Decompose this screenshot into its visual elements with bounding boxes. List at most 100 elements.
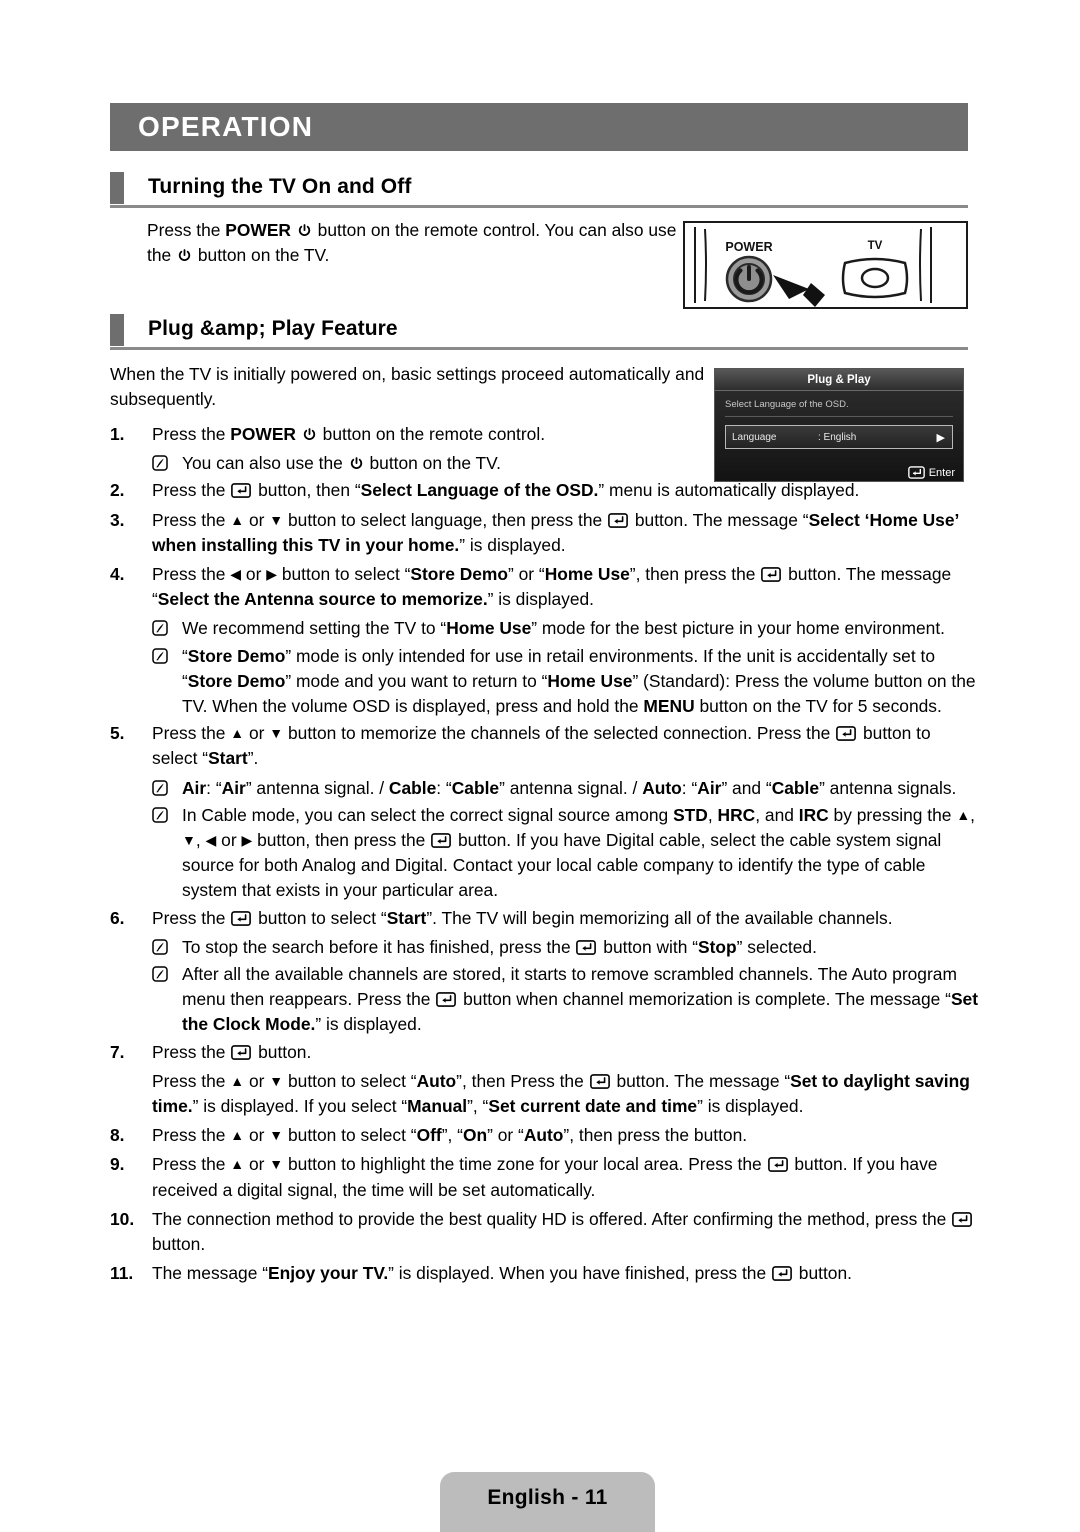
page-footer-tab: English - 11	[440, 1472, 655, 1532]
list-item: 7. Press the button.	[110, 1040, 978, 1065]
down-arrow-icon: ▼	[182, 832, 196, 849]
step-text: The connection method to provide the bes…	[152, 1207, 978, 1257]
note-icon-cell	[152, 644, 182, 667]
section-accent-bar	[110, 172, 124, 204]
enter-button-icon	[231, 910, 252, 926]
plugplay-intro-text: When the TV is initially powered on, bas…	[110, 364, 705, 410]
step-number: 9.	[110, 1154, 125, 1175]
left-arrow-icon: ◀	[230, 566, 242, 583]
note-text: To stop the search before it has finishe…	[182, 936, 817, 957]
power-icon	[302, 427, 317, 442]
section-rule	[110, 347, 968, 350]
enter-button-icon	[436, 992, 457, 1008]
down-arrow-icon: ▼	[269, 1072, 284, 1089]
enter-button-icon	[772, 1266, 792, 1282]
note-icon	[152, 779, 168, 796]
list-item: 4. Press the ◀ or ▶ button to select “Sto…	[110, 562, 978, 612]
note-text: Air: “Air” antenna signal. / Cable: “Cab…	[182, 777, 957, 798]
step-text: Press the ▲ or ▼ button to select langua…	[152, 509, 959, 555]
note-icon-cell	[152, 616, 182, 639]
note-text: In Cable mode, you can select the correc…	[182, 804, 976, 901]
enter-button-icon	[431, 833, 452, 848]
note-icon	[152, 455, 168, 471]
up-arrow-icon: ▲	[230, 511, 245, 528]
note-text: You can also use the button on the TV.	[182, 453, 502, 474]
svg-text:TV: TV	[868, 240, 883, 252]
note-icon-cell	[152, 776, 182, 799]
turning-intro-text: Press the POWER button on the remote con…	[147, 220, 677, 266]
manual-page: OPERATION Turning the TV On and Off Pres…	[0, 0, 1080, 1532]
left-arrow-icon: ◀	[205, 832, 217, 849]
enter-button-icon	[608, 512, 628, 528]
step-text: Press the ▲ or ▼ button to select “Off”,…	[152, 1125, 748, 1146]
enter-button-icon	[761, 567, 782, 582]
power-icon	[297, 223, 312, 238]
step-text: Press the ▲ or ▼ button to highlight the…	[152, 1154, 938, 1200]
list-item: 2. Press the button, then “Select Languag…	[110, 478, 978, 503]
down-arrow-icon: ▼	[269, 725, 284, 742]
note-text: After all the available channels are sto…	[182, 964, 979, 1035]
list-item: 5. Press the ▲ or ▼ button to memorize th…	[110, 721, 978, 771]
note-icon	[152, 939, 168, 955]
step-number: 1.	[110, 424, 125, 444]
section-heading-label: Plug &amp; Play Feature	[148, 317, 398, 340]
step-number: 11.	[110, 1263, 134, 1284]
power-icon	[177, 248, 192, 263]
step-notes: Air: “Air” antenna signal. / Cable: “Cab…	[152, 776, 978, 904]
plugplay-step-list: 1. Press the POWER button on the remote c…	[110, 422, 978, 1291]
list-item: 11. The message “Enjoy your TV.” is displ…	[110, 1261, 978, 1286]
list-item: 1. Press the POWER button on the remote c…	[110, 422, 978, 447]
power-icon	[349, 456, 364, 471]
osd-subtitle: Select Language of the OSD.	[725, 399, 849, 410]
page-number-label: English - 11	[487, 1486, 608, 1509]
step-number: 8.	[110, 1125, 125, 1146]
section-rule	[110, 205, 968, 208]
step-text: Press the ▲ or ▼ button to memorize the …	[152, 723, 931, 769]
enter-button-icon	[231, 1044, 252, 1060]
note-icon-cell	[152, 803, 182, 826]
list-item: 9. Press the ▲ or ▼ button to highlight t…	[110, 1152, 978, 1202]
down-arrow-icon: ▼	[269, 511, 284, 528]
step-number: 6.	[110, 907, 125, 928]
step-number: 10.	[110, 1208, 135, 1229]
note-item: Air: “Air” antenna signal. / Cable: “Cab…	[152, 776, 978, 801]
note-item: “Store Demo” mode is only intended for u…	[152, 644, 978, 720]
right-arrow-icon: ▶	[241, 832, 253, 849]
note-item: We recommend setting the TV to “Home Use…	[152, 616, 978, 641]
up-arrow-icon: ▲	[230, 725, 245, 742]
list-item: 6. Press the button to select “Start”. Th…	[110, 906, 978, 931]
list-item: 8. Press the ▲ or ▼ button to select “Off…	[110, 1123, 978, 1148]
step-text: Press the button to select “Start”. The …	[152, 907, 893, 928]
enter-button-icon	[231, 483, 252, 499]
note-item: To stop the search before it has finishe…	[152, 935, 978, 960]
svg-text:POWER: POWER	[725, 240, 772, 254]
enter-button-icon	[589, 1073, 610, 1089]
right-arrow-icon: ▶	[266, 566, 277, 583]
note-item: In Cable mode, you can select the correc…	[152, 803, 978, 904]
down-arrow-icon: ▼	[269, 1156, 284, 1173]
step-text: Press the button, then “Select Language …	[152, 480, 860, 501]
step-notes: You can also use the button on the TV.	[152, 451, 978, 476]
section-heading-plugplay: Plug &amp; Play Feature	[110, 314, 968, 350]
note-item: After all the available channels are sto…	[152, 962, 978, 1038]
note-icon-cell	[152, 935, 182, 958]
step-text: The message “Enjoy your TV.” is displaye…	[152, 1263, 852, 1284]
enter-button-icon	[767, 1157, 788, 1173]
step-text: Press the ◀ or ▶ button to select “Store…	[152, 564, 952, 610]
step-notes: To stop the search before it has finishe…	[152, 935, 978, 1038]
chapter-banner: OPERATION	[110, 103, 968, 151]
note-icon	[152, 620, 168, 637]
note-icon	[152, 807, 168, 823]
section-accent-bar	[110, 314, 124, 346]
note-icon-cell	[152, 451, 182, 474]
enter-button-icon	[576, 939, 597, 955]
step-text: Press the POWER button on the remote con…	[152, 424, 546, 444]
list-item: Press the ▲ or ▼ button to select “Auto”…	[110, 1069, 978, 1119]
step-number: 5.	[110, 723, 125, 744]
step-number: 4.	[110, 564, 125, 585]
osd-divider	[725, 416, 953, 417]
step-number: 7.	[110, 1041, 125, 1062]
up-arrow-icon: ▲	[230, 1127, 245, 1144]
remote-control-illustration: POWER TV	[689, 227, 962, 307]
step-notes: We recommend setting the TV to “Home Use…	[152, 616, 978, 719]
